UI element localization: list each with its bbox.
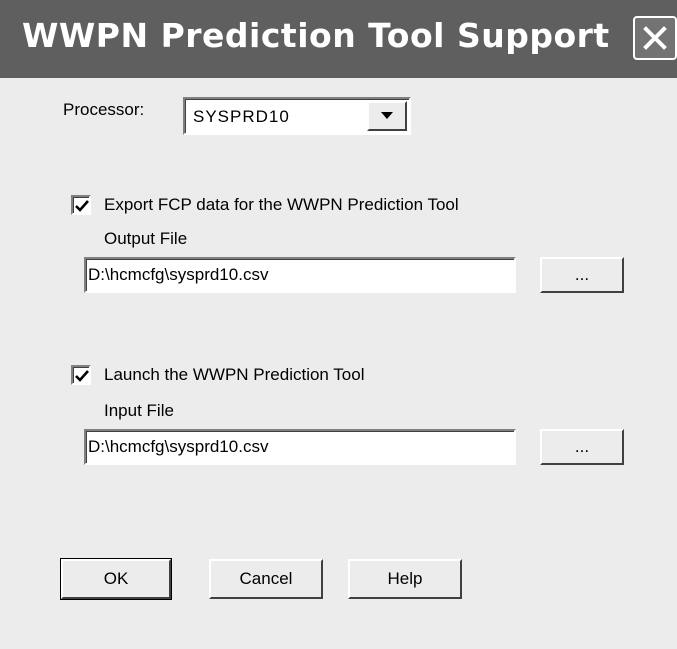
cancel-button[interactable]: Cancel: [209, 559, 323, 599]
checkmark-icon: [75, 200, 89, 212]
export-checkbox-label[interactable]: Export FCP data for the WWPN Prediction …: [104, 195, 459, 215]
output-file-field[interactable]: [84, 257, 516, 293]
input-file-label: Input File: [104, 401, 174, 420]
launch-checkbox[interactable]: [71, 365, 91, 385]
help-button[interactable]: Help: [348, 559, 462, 599]
processor-label: Processor:: [63, 100, 145, 119]
export-checkbox[interactable]: [71, 195, 91, 215]
processor-dropdown[interactable]: SYSPRD10: [183, 97, 411, 135]
output-file-label: Output File: [104, 229, 188, 248]
launch-checkbox-label[interactable]: Launch the WWPN Prediction Tool: [104, 365, 364, 385]
ok-button[interactable]: OK: [60, 558, 172, 600]
title-bar[interactable]: WWPN Prediction Tool Support: [0, 0, 677, 78]
close-button[interactable]: [633, 16, 677, 60]
dialog-window: WWPN Prediction Tool Support Processor: …: [0, 0, 677, 649]
window-title: WWPN Prediction Tool Support: [22, 16, 610, 55]
output-file-browse-button[interactable]: ...: [540, 257, 624, 293]
input-file-browse-button[interactable]: ...: [540, 429, 624, 465]
input-file-field[interactable]: [84, 429, 516, 465]
checkmark-icon: [75, 370, 89, 382]
output-file-input[interactable]: [88, 262, 508, 288]
processor-selected-value: SYSPRD10: [193, 107, 290, 126]
chevron-down-icon: [381, 112, 393, 119]
processor-dropdown-button[interactable]: [367, 101, 407, 131]
input-file-input[interactable]: [88, 434, 508, 460]
close-icon: [643, 26, 667, 50]
